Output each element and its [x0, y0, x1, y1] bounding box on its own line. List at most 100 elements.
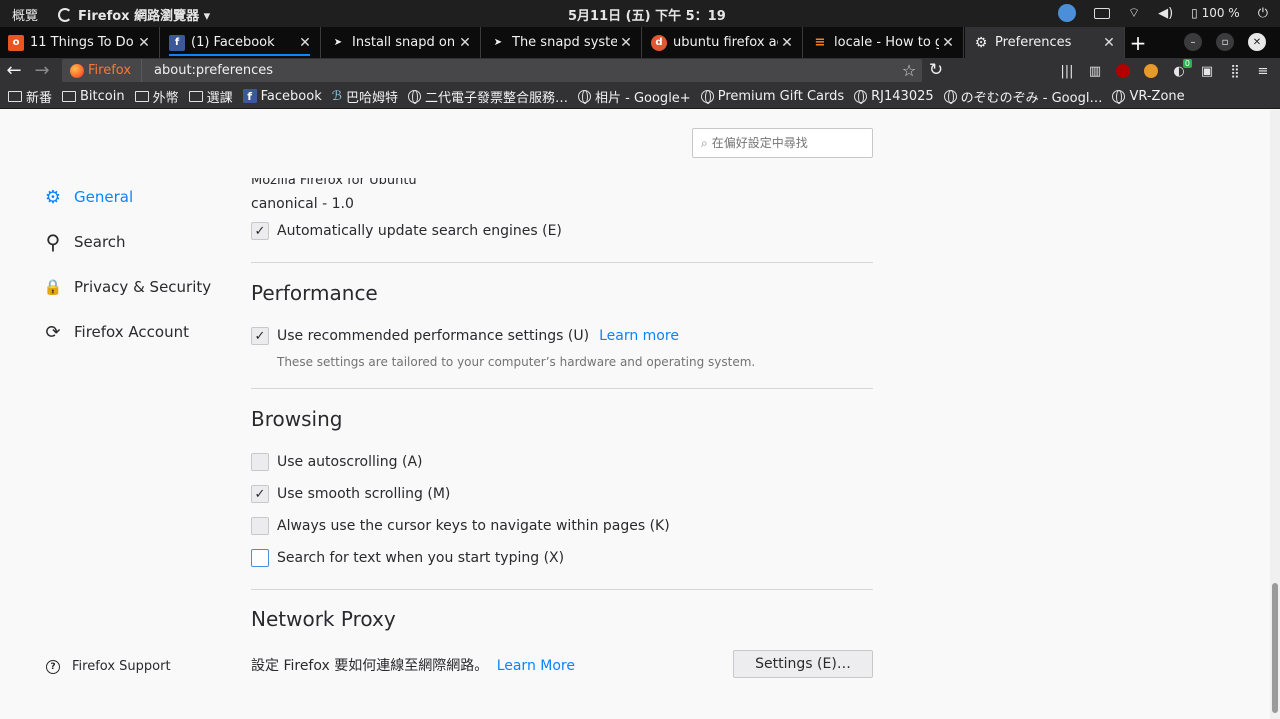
checkbox-label: Always use the cursor keys to navigate w… — [277, 518, 670, 534]
checkbox-checked[interactable]: ✓ — [251, 327, 269, 345]
extension-monkey-icon[interactable] — [1142, 62, 1160, 80]
checkbox-checked[interactable]: ✓ — [251, 222, 269, 240]
power-icon[interactable]: ⏻ — [1258, 6, 1268, 21]
category-label: Firefox Account — [74, 323, 189, 341]
category-firefox-account[interactable]: ⟳ Firefox Account — [42, 321, 189, 343]
bookmark-folder[interactable]: Bitcoin — [62, 89, 125, 104]
tab-facebook[interactable]: f (1) Facebook ✕ — [161, 27, 321, 58]
notification-icon[interactable] — [1057, 4, 1076, 22]
globe-icon — [854, 89, 868, 104]
system-tray: ⌔ ◀) ▯ 100 % ⏻ — [1057, 4, 1268, 22]
checkbox-unchecked[interactable] — [251, 517, 269, 535]
close-icon[interactable]: ✕ — [456, 35, 474, 51]
stackexchange-icon: ≡ — [814, 35, 826, 50]
bookmark-item[interactable]: Premium Gift Cards — [700, 89, 844, 104]
activities-button[interactable]: 概覽 — [12, 5, 38, 24]
globe-icon — [700, 89, 714, 104]
use-autoscrolling[interactable]: Use autoscrolling (A) — [251, 453, 423, 471]
auto-update-search-engines[interactable]: ✓ Automatically update search engines (E… — [251, 222, 562, 240]
close-icon[interactable]: ✕ — [1100, 35, 1118, 51]
wifi-icon[interactable]: ⌔ — [1128, 5, 1140, 21]
bookmark-item[interactable]: 相片 - Google+ — [578, 87, 691, 106]
tab-title: Install snapd on A — [352, 35, 456, 50]
close-window-icon[interactable]: ✕ — [1248, 33, 1266, 51]
battery-indicator[interactable]: ▯ 100 % — [1191, 6, 1240, 20]
tab-title: The snapd system — [512, 35, 617, 50]
tab-locale[interactable]: ≡ locale - How to ge ✕ — [804, 27, 964, 58]
category-label: General — [74, 188, 134, 206]
bookmark-star-icon[interactable]: ☆ — [896, 61, 922, 80]
bookmark-folder[interactable]: 外幣 — [134, 87, 179, 106]
bookmark-folder[interactable]: 新番 — [8, 87, 52, 106]
tab-title: Preferences — [995, 35, 1072, 50]
minimize-icon[interactable]: – — [1184, 33, 1202, 51]
learn-more-link[interactable]: Learn more — [599, 328, 679, 344]
recommended-performance-settings[interactable]: ✓ Use recommended performance settings (… — [251, 327, 679, 345]
clock[interactable]: 5月11日 (五) 下午 5：19 — [568, 5, 726, 24]
bookmark-item[interactable]: RJ143025 — [854, 89, 934, 104]
globe-icon — [407, 89, 421, 104]
bookmark-item[interactable]: のぞむのぞみ - Googl… — [943, 87, 1102, 106]
volume-icon[interactable]: ◀) — [1158, 6, 1173, 21]
bookmark-item[interactable]: VR-Zone — [1112, 89, 1185, 104]
close-icon[interactable]: ✕ — [135, 35, 153, 51]
close-icon[interactable]: ✕ — [617, 35, 635, 51]
checkbox-unchecked[interactable] — [251, 453, 269, 471]
bookmark-item[interactable]: f Facebook — [242, 89, 322, 104]
checkbox-checked[interactable]: ✓ — [251, 485, 269, 503]
ublock-icon[interactable] — [1114, 62, 1132, 80]
close-icon[interactable]: ✕ — [939, 35, 957, 51]
tab-snapd-system[interactable]: ➤ The snapd system ✕ — [482, 27, 642, 58]
bookmark-label: Bitcoin — [80, 88, 125, 104]
cursor-keys-navigation[interactable]: Always use the cursor keys to navigate w… — [251, 517, 670, 535]
category-privacy[interactable]: 🔒 Privacy & Security — [42, 276, 211, 298]
keyboard-icon[interactable] — [1093, 7, 1110, 19]
tab-preferences[interactable]: ⚙ Preferences ✕ — [965, 27, 1125, 58]
page-scrollbar[interactable] — [1270, 110, 1280, 719]
extension-grid-icon[interactable]: ⣿ — [1226, 62, 1244, 80]
category-search[interactable]: ⚲ Search — [42, 230, 126, 254]
library-icon[interactable]: ||| — [1058, 62, 1076, 80]
proxy-settings-button[interactable]: Settings (E)… — [733, 650, 873, 678]
globe-icon — [943, 89, 957, 104]
bookmark-item[interactable]: ℬ 巴哈姆特 — [332, 87, 398, 106]
tab-title: 11 Things To Do A — [30, 35, 135, 50]
app-menu[interactable]: Firefox 網路瀏覽器 ▾ — [58, 5, 210, 24]
tab-ubuntu-firefox[interactable]: d ubuntu firefox acc ✕ — [643, 27, 803, 58]
new-tab-button[interactable]: + — [1128, 31, 1148, 55]
close-icon[interactable]: ✕ — [778, 35, 796, 51]
url-bar[interactable]: Firefox ☆ — [62, 59, 922, 82]
url-input[interactable] — [142, 63, 896, 78]
firefox-support-link[interactable]: ? Firefox Support — [46, 659, 171, 674]
forward-button[interactable]: → — [32, 60, 52, 81]
sync-icon: ⟳ — [45, 321, 61, 343]
reload-button[interactable]: ↻ — [926, 60, 946, 80]
navigation-toolbar: ← → Firefox ☆ ↻ ||| ▥ ◐0 ▣ ⣿ ≡ — [0, 58, 1280, 84]
preferences-search-input[interactable] — [711, 136, 862, 150]
extension-badge-icon[interactable]: ◐ 0 — [1170, 59, 1192, 80]
bookmark-folder[interactable]: 選課 — [188, 87, 233, 106]
bookmark-item[interactable]: 二代電子發票整合服務… — [407, 87, 568, 106]
sidebar-icon[interactable]: ▥ — [1086, 62, 1104, 80]
tab-snapd-install[interactable]: ➤ Install snapd on A ✕ — [322, 27, 481, 58]
section-divider — [251, 262, 873, 263]
back-button[interactable]: ← — [4, 60, 24, 81]
proxy-learn-more-link[interactable]: Learn More — [497, 658, 575, 674]
preferences-search[interactable]: ⌕ — [692, 128, 873, 158]
checkbox-unchecked-focused[interactable] — [251, 549, 269, 567]
category-label: Privacy & Security — [74, 278, 212, 296]
use-smooth-scrolling[interactable]: ✓ Use smooth scrolling (M) — [251, 485, 450, 503]
maximize-icon[interactable]: ▫ — [1216, 33, 1234, 51]
tab-omg[interactable]: o 11 Things To Do A ✕ — [0, 27, 160, 58]
category-general[interactable]: ⚙ General — [42, 186, 133, 208]
gear-icon: ⚙ — [44, 186, 62, 208]
search-when-typing[interactable]: Search for text when you start typing (X… — [251, 549, 564, 567]
identity-box[interactable]: Firefox — [62, 59, 143, 82]
extension-qr-icon[interactable]: ▣ — [1198, 62, 1216, 80]
browsing-heading: Browsing — [251, 407, 343, 431]
menu-icon[interactable]: ≡ — [1254, 62, 1272, 80]
battery-level: 100 % — [1201, 6, 1240, 20]
scrollbar-thumb[interactable] — [1272, 583, 1278, 713]
close-icon[interactable]: ✕ — [296, 35, 314, 51]
support-label: Firefox Support — [72, 659, 171, 674]
